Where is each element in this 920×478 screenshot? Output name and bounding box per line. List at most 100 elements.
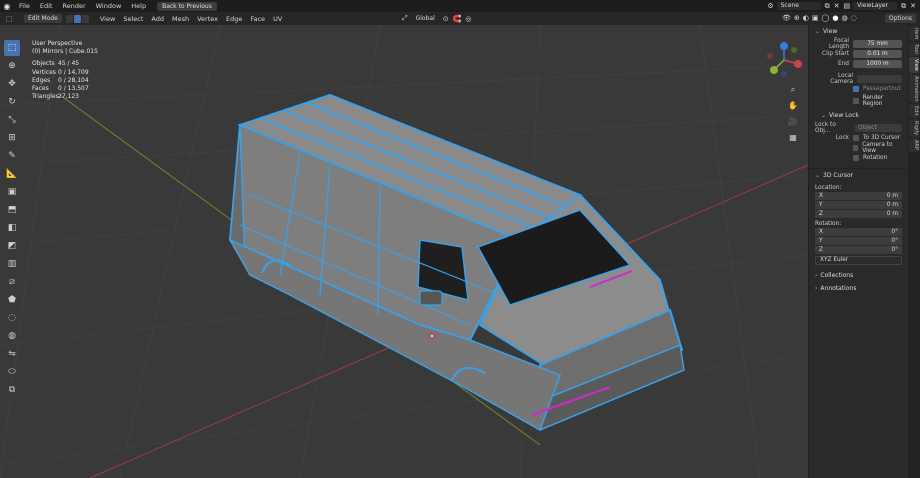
solid-shading-icon[interactable]: ● [832, 14, 838, 22]
menu-mesh[interactable]: Mesh [168, 15, 193, 23]
clip-end-field[interactable]: 1000 m [853, 59, 902, 68]
menu-file[interactable]: File [14, 2, 35, 10]
chevron-right-icon: › [815, 285, 818, 292]
edge-slide-icon[interactable]: ⇋ [4, 346, 20, 362]
menu-add[interactable]: Add [147, 15, 168, 23]
menu-select[interactable]: Select [119, 15, 147, 23]
inset-tool-icon[interactable]: ◧ [4, 220, 20, 236]
view-section-header[interactable]: ⌄ View [809, 25, 908, 38]
grid-projection-icon[interactable]: ▦ [788, 133, 798, 143]
tab-tool[interactable]: Tool [909, 42, 919, 57]
xray-icon[interactable]: ▣ [812, 14, 819, 22]
move-tool-icon[interactable]: ✥ [4, 76, 20, 92]
tab-animation[interactable]: Animation [909, 73, 919, 104]
menu-uv[interactable]: UV [269, 15, 286, 23]
3d-viewport[interactable]: User Perspective (0) Mirrors | Cube.015 … [0, 25, 808, 478]
shrink-fatten-icon[interactable]: ⬭ [4, 364, 20, 380]
camera-view-icon[interactable]: 🎥 [788, 117, 798, 127]
vertex-select-icon[interactable] [65, 14, 73, 23]
view-layer-selector[interactable]: ViewLayer [853, 2, 898, 10]
overlay-icon[interactable]: ◐ [803, 14, 809, 22]
menu-edit[interactable]: Edit [35, 2, 58, 10]
poly-build-icon[interactable]: ⬟ [4, 292, 20, 308]
3d-cursor-section-header[interactable]: ⌄ 3D Cursor [809, 168, 908, 182]
copy-icon[interactable]: ⧉ [825, 2, 830, 11]
menu-face[interactable]: Face [246, 15, 269, 23]
rotation-z-field[interactable]: Z 0° [815, 246, 902, 254]
gizmo-icon[interactable]: ⊕ [794, 14, 800, 22]
tool-shelf: ⬚ ⊕ ✥ ↻ ⤡ ⊞ ✎ 📐 ▣ ⬒ ◧ ◩ ▥ ⧄ ⬟ ◌ ◍ ⇋ ⬭ ⧉ [4, 40, 20, 400]
viewport-canvas[interactable] [0, 25, 808, 478]
copy-layer-icon[interactable]: ⧉ [901, 2, 906, 11]
menu-view[interactable]: View [96, 15, 119, 23]
select-box-icon[interactable]: ⬚ [4, 40, 20, 56]
mode-selector[interactable]: Edit Mode [24, 14, 62, 23]
loop-cut-icon[interactable]: ▥ [4, 256, 20, 272]
stat-faces: Faces 0 / 13,507 [32, 85, 89, 93]
face-select-icon[interactable] [81, 14, 89, 23]
menu-render[interactable]: Render [57, 2, 90, 10]
rotation-label: Rotation: [815, 221, 842, 227]
tab-edit[interactable]: Edit [909, 104, 919, 119]
focal-length-field[interactable]: 75 mm [853, 39, 902, 48]
scale-tool-icon[interactable]: ⤡ [4, 112, 20, 128]
pivot-icon[interactable]: ⊙ [443, 15, 449, 23]
back-to-previous-button[interactable]: Back to Previous [157, 1, 217, 11]
extrude-tool-icon[interactable]: ⬒ [4, 202, 20, 218]
stat-vertices: Vertices 0 / 14,709 [32, 68, 89, 76]
collections-section-header[interactable]: › Collections [809, 269, 908, 282]
tab-arp[interactable]: ARP [909, 138, 919, 153]
rotation-y-field[interactable]: Y 0° [815, 237, 902, 245]
visibility-icon[interactable]: 👁 [782, 14, 791, 22]
smooth-tool-icon[interactable]: ◍ [4, 328, 20, 344]
measure-tool-icon[interactable]: 📐 [4, 166, 20, 182]
camera-to-view-checkbox[interactable]: Camera to View [853, 142, 902, 154]
options-button[interactable]: Options [884, 14, 916, 23]
transform-tool-icon[interactable]: ⊞ [4, 130, 20, 146]
tab-view[interactable]: View [909, 57, 919, 73]
orientation-selector[interactable]: Global [411, 14, 439, 23]
annotations-section-header[interactable]: › Annotations [809, 282, 908, 295]
pan-hand-icon[interactable]: ✋ [788, 101, 798, 111]
blender-logo-icon[interactable]: ◉ [0, 2, 14, 11]
spin-tool-icon[interactable]: ◌ [4, 310, 20, 326]
location-z-field[interactable]: Z0 m [815, 210, 902, 218]
rendered-shading-icon[interactable]: ◌ [851, 14, 857, 22]
wireframe-shading-icon[interactable]: ◯ [822, 14, 830, 22]
rotation-mode-dropdown[interactable]: XYZ Euler [815, 256, 902, 265]
menu-help[interactable]: Help [126, 2, 151, 10]
tab-item[interactable]: Item [909, 26, 919, 42]
tab-rigify[interactable]: Rigify [909, 119, 919, 138]
menu-window[interactable]: Window [91, 2, 127, 10]
add-cube-icon[interactable]: ▣ [4, 184, 20, 200]
scene-selector[interactable]: Scene [776, 2, 821, 10]
render-region-checkbox[interactable]: Render Region [853, 95, 902, 107]
view-lock-section-header[interactable]: ⌄ View Lock [815, 109, 908, 122]
van-mesh[interactable] [228, 93, 685, 432]
local-camera-field[interactable] [857, 74, 902, 83]
material-shading-icon[interactable]: ◍ [841, 14, 847, 22]
knife-tool-icon[interactable]: ⧄ [4, 274, 20, 290]
navigation-gizmo[interactable] [764, 40, 804, 80]
annotate-tool-icon[interactable]: ✎ [4, 148, 20, 164]
menu-vertex[interactable]: Vertex [193, 15, 222, 23]
menu-edge[interactable]: Edge [222, 15, 246, 23]
lock-object-field[interactable]: Object [855, 123, 902, 132]
location-y-field[interactable]: Y0 m [815, 201, 902, 209]
bevel-tool-icon[interactable]: ◩ [4, 238, 20, 254]
proportional-edit-icon[interactable]: ◎ [465, 15, 471, 23]
edge-select-icon[interactable] [73, 14, 81, 23]
rotation-lock-checkbox[interactable]: Rotation [853, 153, 902, 162]
passepartout-checkbox[interactable]: Passepartout [853, 84, 902, 93]
snap-icon[interactable]: 🧲 [453, 15, 462, 23]
cursor-tool-icon[interactable]: ⊕ [4, 58, 20, 74]
rotation-x-field[interactable]: X 0° [815, 228, 902, 236]
zoom-icon[interactable]: ⌕ [788, 85, 798, 95]
clip-start-field[interactable]: 0.01 m [853, 49, 902, 58]
location-x-field[interactable]: X0 m [815, 192, 902, 200]
rip-region-icon[interactable]: ⧉ [4, 382, 20, 398]
close-icon[interactable]: ✕ [834, 2, 840, 10]
close-layer-icon[interactable]: ✕ [910, 2, 916, 10]
rotate-tool-icon[interactable]: ↻ [4, 94, 20, 110]
editor-type-icon[interactable]: ⬚ [6, 15, 13, 23]
